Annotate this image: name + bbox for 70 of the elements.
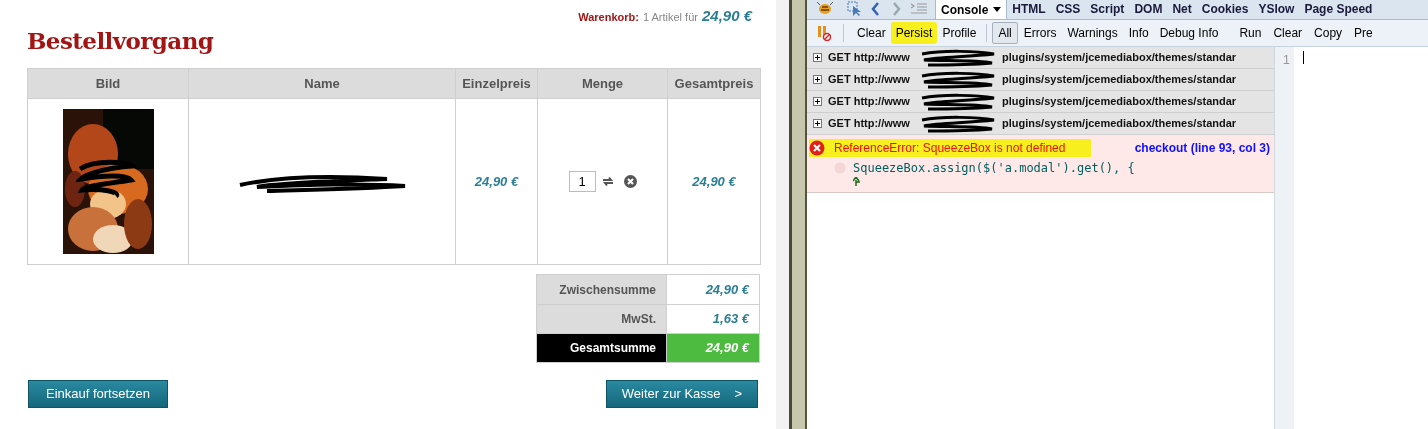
checkout-button[interactable]: Weiter zur Kasse > bbox=[606, 380, 758, 408]
cart-total: 24,90 € bbox=[701, 6, 752, 26]
error-message: ReferenceError: SqueezeBox is not defined bbox=[834, 140, 1067, 157]
refresh-icon[interactable] bbox=[601, 176, 614, 187]
error-icon bbox=[809, 140, 825, 156]
expand-icon[interactable] bbox=[813, 97, 822, 106]
tab[interactable]: HTML bbox=[1007, 0, 1051, 19]
log-row[interactable]: GET http://www plugins/system/jcemediabox/themes/standar bbox=[807, 69, 1274, 91]
filter-button[interactable]: Info bbox=[1123, 22, 1154, 44]
request-url-end: plugins/system/jcemediabox/themes/standar bbox=[1002, 94, 1237, 110]
cart-count: 1 Artikel für bbox=[642, 10, 698, 25]
quantity-field[interactable]: 1 bbox=[568, 171, 596, 192]
summary-label: Gesamtsumme bbox=[537, 334, 666, 362]
tab[interactable]: Cookies bbox=[1196, 0, 1254, 19]
editor-button[interactable]: Pre bbox=[1349, 24, 1378, 42]
error-code: SqueezeBox.assign($('a.modal').get(), { bbox=[853, 160, 1135, 177]
dropdown-icon[interactable] bbox=[993, 7, 1002, 12]
tab[interactable]: DOM bbox=[1129, 0, 1168, 19]
chevron-icon: > bbox=[734, 384, 743, 404]
request-url-start: GET http://www bbox=[828, 50, 911, 66]
summary-label: Zwischensumme bbox=[537, 275, 666, 304]
tab[interactable]: Script bbox=[1085, 0, 1130, 19]
break-on-error-icon[interactable] bbox=[817, 25, 831, 41]
tab[interactable]: YSlow bbox=[1253, 0, 1300, 19]
column-header: Name bbox=[188, 69, 455, 98]
filter-button[interactable]: Debug Info bbox=[1154, 22, 1224, 44]
filter-button[interactable]: Errors bbox=[1018, 22, 1062, 44]
log-row[interactable]: GET http://www plugins/system/jcemediabox/themes/standar bbox=[807, 91, 1274, 113]
filter-button[interactable]: All bbox=[992, 22, 1018, 44]
line-number: 1 bbox=[1282, 51, 1290, 69]
toolbar-button[interactable]: Persist bbox=[890, 22, 938, 44]
editor-button[interactable]: Clear bbox=[1268, 24, 1308, 42]
log-row[interactable]: GET http://www plugins/system/jcemediabox/themes/standar bbox=[807, 113, 1274, 135]
cursor-icon[interactable] bbox=[847, 1, 863, 17]
request-url-start: GET http://www bbox=[828, 72, 911, 88]
request-url-end: plugins/system/jcemediabox/themes/standar bbox=[1002, 116, 1237, 132]
back-icon[interactable] bbox=[871, 2, 880, 16]
expand-icon[interactable] bbox=[813, 75, 822, 84]
toolbar-button[interactable]: Clear bbox=[852, 22, 891, 44]
text-cursor bbox=[1303, 51, 1304, 64]
bug-icon[interactable] bbox=[817, 1, 833, 15]
unit-price: 24,90 € bbox=[474, 172, 519, 191]
tab[interactable]: Page Speed bbox=[1299, 0, 1378, 19]
page-heading: Bestellvorgang bbox=[27, 26, 214, 56]
summary-label: MwSt. bbox=[537, 305, 666, 333]
editor-button[interactable]: Run bbox=[1234, 24, 1267, 42]
tab[interactable]: Net bbox=[1167, 0, 1197, 19]
tab[interactable]: CSS bbox=[1050, 0, 1086, 19]
filter-button[interactable]: Warnings bbox=[1062, 22, 1123, 44]
expand-icon[interactable] bbox=[813, 119, 822, 128]
request-url-end: plugins/system/jcemediabox/themes/standar bbox=[1002, 72, 1237, 88]
tab[interactable]: Console bbox=[935, 0, 1008, 19]
editor-button[interactable]: Copy bbox=[1309, 24, 1348, 42]
summary-value: 24,90 € bbox=[666, 334, 759, 362]
column-header: Bild bbox=[94, 74, 122, 93]
expand-icon[interactable] bbox=[813, 53, 822, 62]
request-url-end: plugins/system/jcemediabox/themes/standar bbox=[1002, 50, 1237, 66]
column-header: Menge bbox=[537, 69, 667, 98]
source-link[interactable]: checkout (line 93, col 3) bbox=[1134, 139, 1270, 157]
remove-icon[interactable] bbox=[623, 175, 637, 188]
toolbar-button[interactable]: Profile bbox=[937, 22, 982, 44]
request-url-start: GET http://www bbox=[828, 94, 911, 110]
line-total: 24,90 € bbox=[692, 172, 736, 191]
log-row[interactable]: GET http://www plugins/system/jcemediabox/themes/standar bbox=[807, 47, 1274, 69]
continue-shopping-button[interactable]: Einkauf fortsetzen bbox=[28, 380, 168, 408]
return-arrow-icon bbox=[853, 177, 861, 186]
cart-label: Warenkorb: bbox=[578, 10, 639, 25]
request-url-start: GET http://www bbox=[828, 116, 911, 132]
column-header: Einzelpreis bbox=[455, 69, 537, 98]
column-header: Gesamtpreis bbox=[667, 69, 760, 98]
